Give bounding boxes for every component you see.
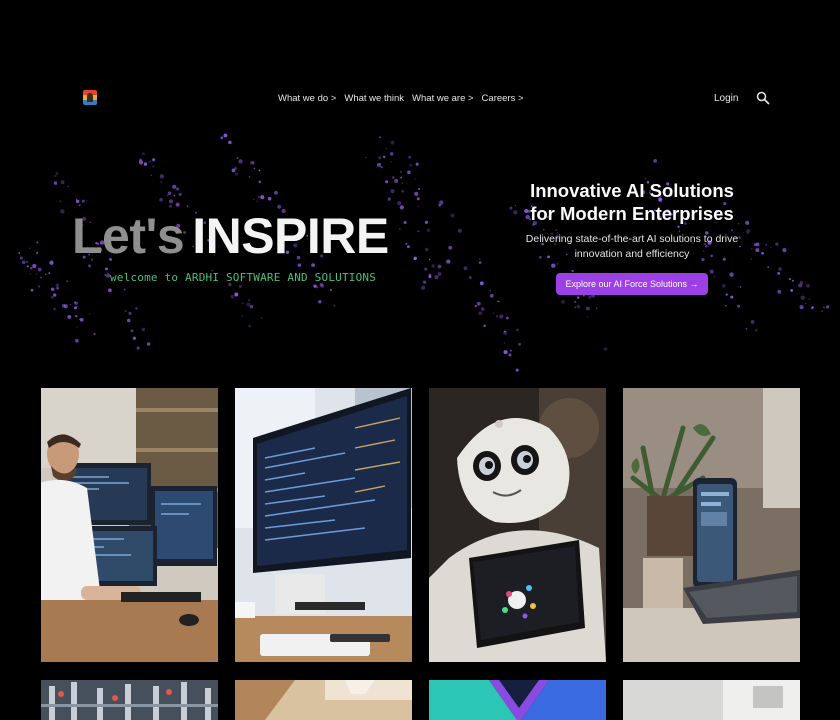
gallery-image-monitor[interactable]	[235, 388, 412, 662]
nav-item-what-we-do[interactable]: What we do >	[278, 93, 336, 104]
hero-title: Let's INSPIRE	[72, 208, 389, 264]
nav-item-what-we-are[interactable]: What we are >	[412, 93, 474, 104]
hero-section: Let's INSPIRE welcome to ARDHI SOFTWARE A…	[0, 130, 840, 380]
nav-item-what-we-think[interactable]: What we think	[344, 93, 404, 104]
main-nav: What we do > What we think What we are >…	[278, 93, 524, 104]
hero-copy: Innovative AI Solutions for Modern Enter…	[520, 179, 744, 295]
login-link[interactable]: Login	[714, 93, 738, 104]
gallery-image-workspace[interactable]	[623, 388, 800, 662]
search-icon[interactable]	[756, 91, 770, 105]
hero-title-lets: Let's	[72, 208, 185, 264]
gallery-image-room[interactable]	[623, 680, 800, 720]
gallery-image-robot[interactable]	[429, 388, 606, 662]
company-logo[interactable]	[83, 90, 97, 105]
image-gallery	[41, 388, 800, 720]
nav-item-careers[interactable]: Careers >	[482, 93, 524, 104]
gallery-image-office[interactable]	[235, 680, 412, 720]
hero-headline: Innovative AI Solutions for Modern Enter…	[530, 180, 734, 224]
hero-subline: Delivering state-of-the-art AI solutions…	[525, 233, 739, 260]
explore-ai-solutions-button[interactable]: Explore our AI Force Solutions →	[556, 273, 708, 295]
gallery-image-developer[interactable]	[41, 388, 218, 662]
gallery-image-abstract[interactable]	[429, 680, 606, 720]
hero-title-inspire: INSPIRE	[192, 208, 389, 264]
gallery-image-factory[interactable]	[41, 680, 218, 720]
welcome-tagline: welcome to ARDHI SOFTWARE AND SOLUTIONS	[110, 271, 377, 284]
site-header: What we do > What we think What we are >…	[0, 0, 840, 130]
